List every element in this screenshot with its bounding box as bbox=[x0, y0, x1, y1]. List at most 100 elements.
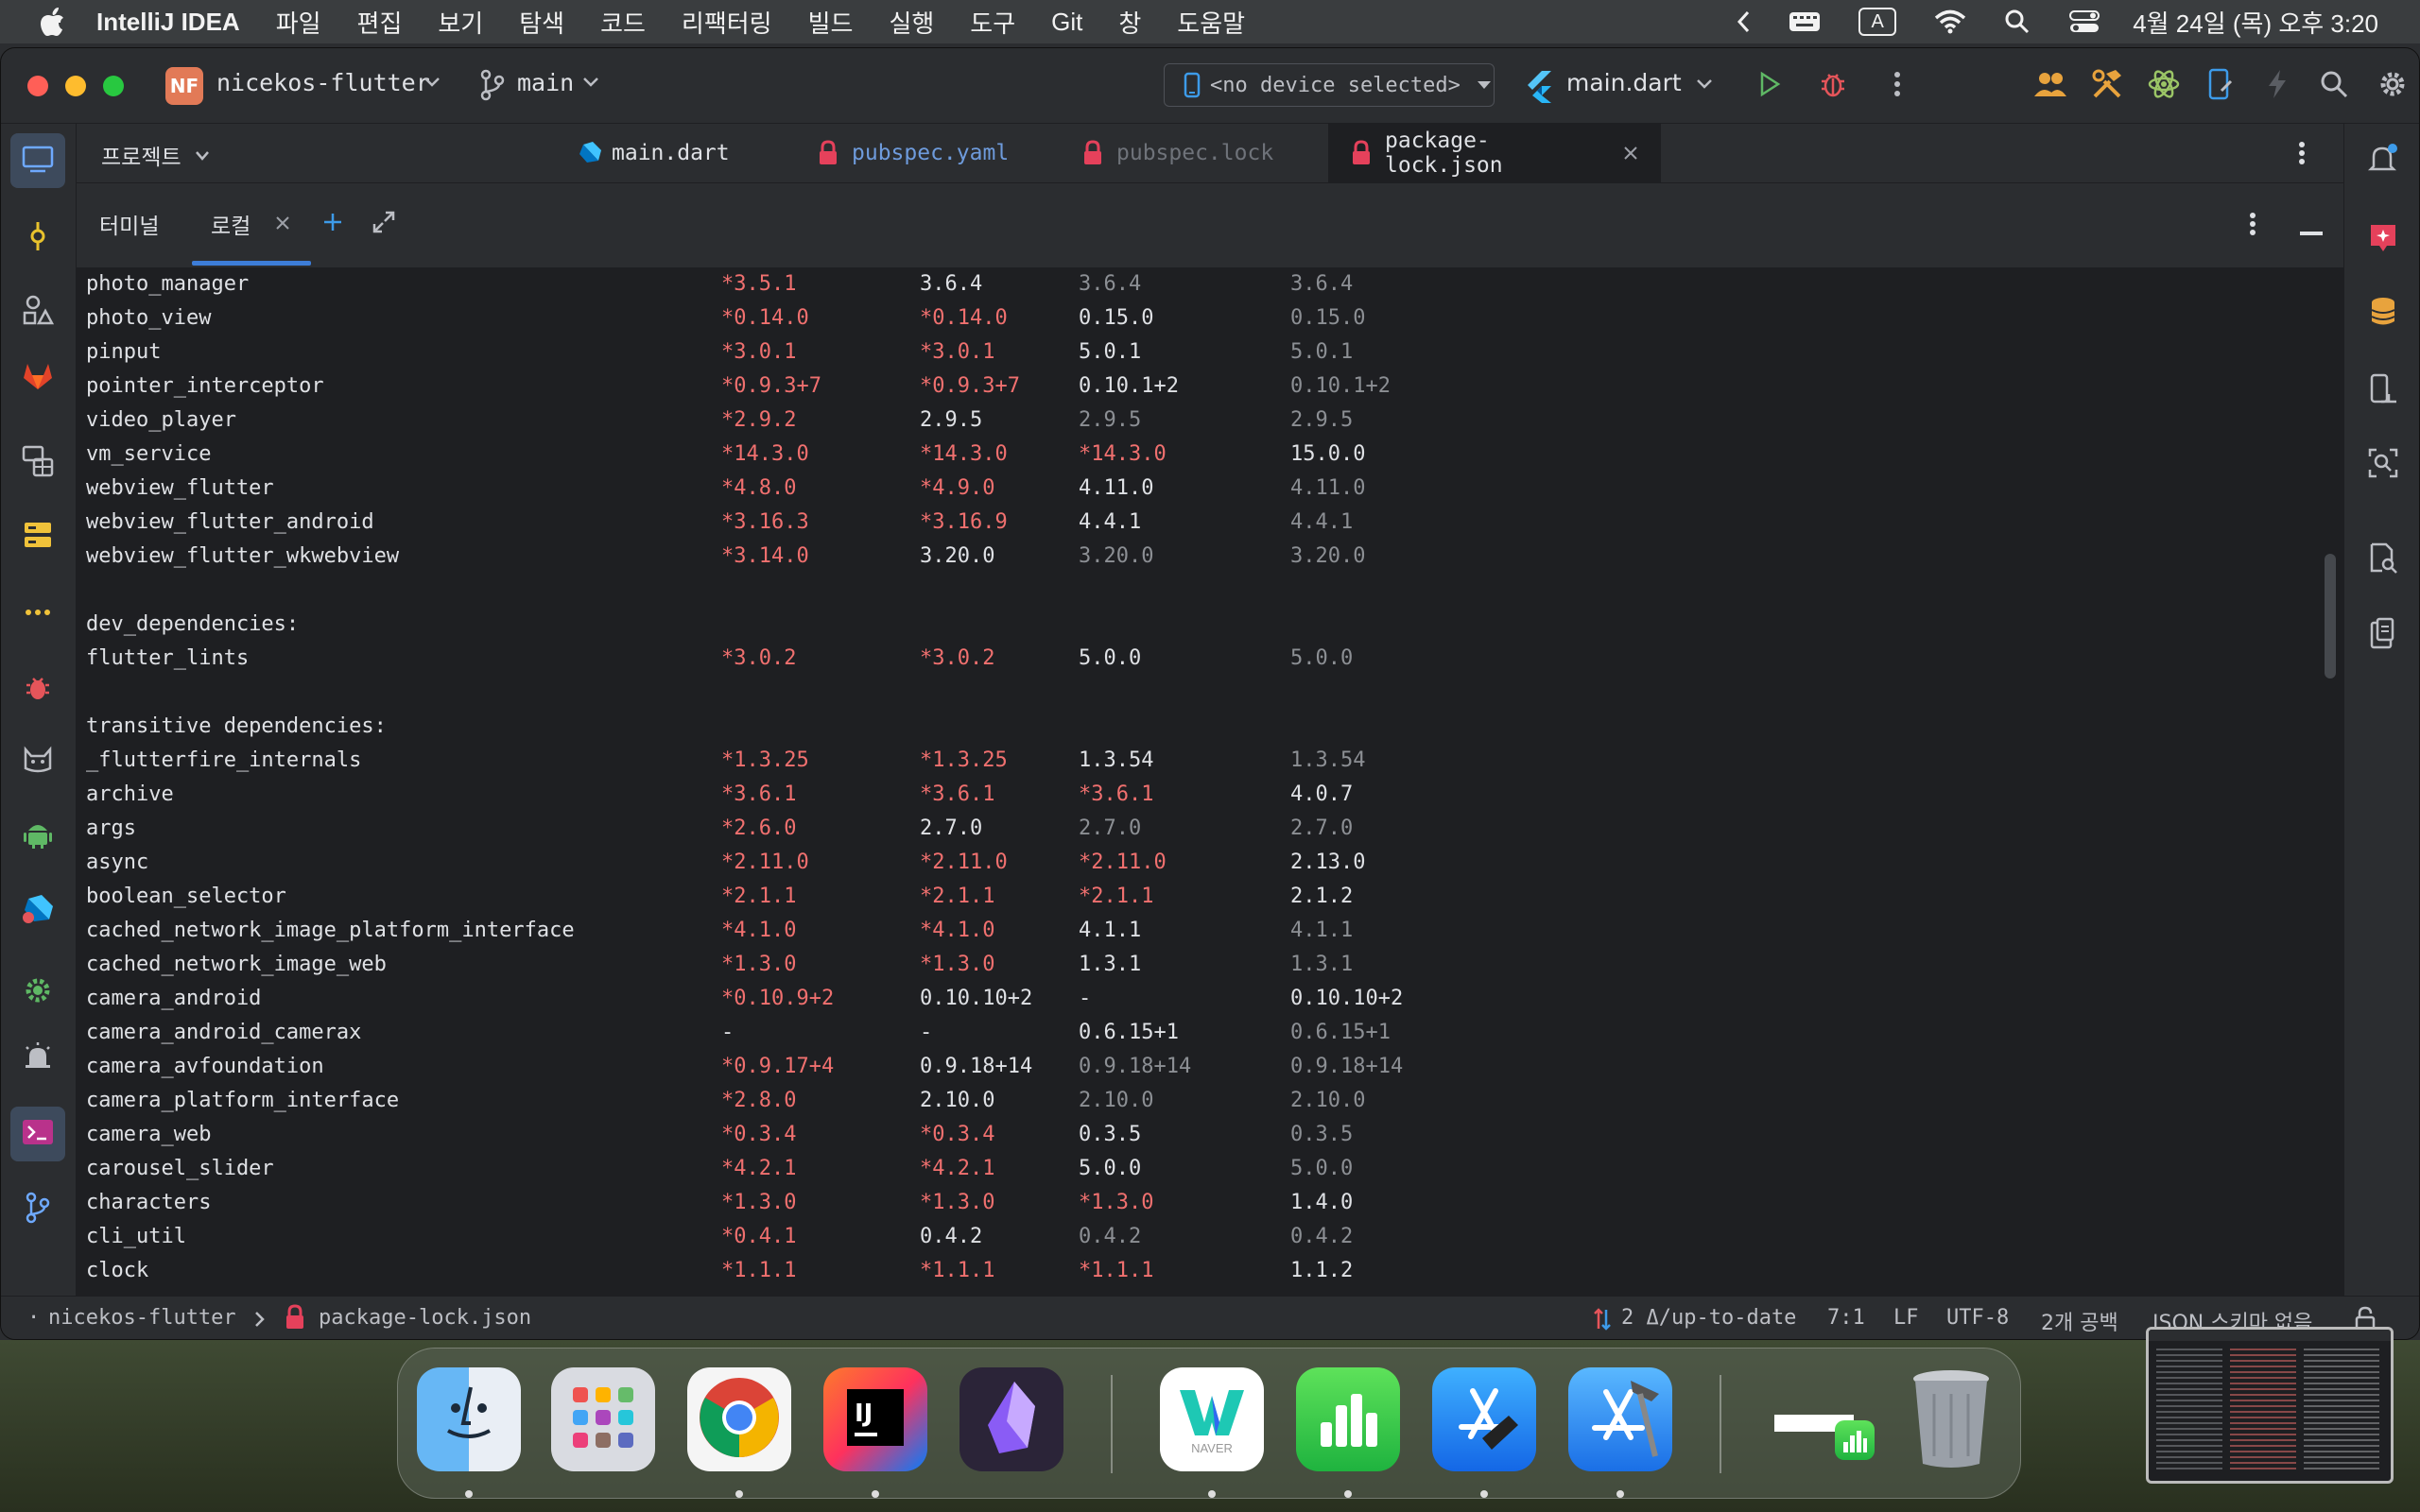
dock-chrome[interactable] bbox=[687, 1367, 791, 1471]
resource-manager-tool-button[interactable] bbox=[10, 436, 65, 490]
menu-build[interactable]: 빌드 bbox=[808, 5, 854, 40]
react-devtools-button[interactable] bbox=[2147, 69, 2181, 103]
settings-tool-button[interactable] bbox=[10, 965, 65, 1020]
close-window-button[interactable] bbox=[27, 76, 48, 96]
editor-tab-package-lock-json[interactable]: package-lock.json bbox=[1328, 124, 1661, 182]
notifications-tool-button[interactable] bbox=[10, 1031, 65, 1086]
cursor-position[interactable]: 7:1 bbox=[1827, 1306, 1865, 1330]
menu-refactor[interactable]: 리팩터링 bbox=[682, 5, 772, 40]
build-tools-button[interactable] bbox=[2090, 69, 2124, 103]
keyboard-icon[interactable] bbox=[1789, 9, 1821, 34]
resolvable-version: *14.3.0 bbox=[1079, 442, 1167, 466]
device-selector[interactable]: <no device selected> bbox=[1164, 63, 1495, 107]
dock-minimized-numbers[interactable] bbox=[1774, 1386, 1878, 1471]
git-tool-button[interactable] bbox=[10, 1182, 65, 1237]
terminal-output[interactable]: photo_manager *3.5.1 3.6.4 3.6.4 3.6.4 photo_… bbox=[78, 267, 2343, 1296]
vcs-status[interactable]: 2 Δ/up-to-date bbox=[1621, 1306, 1796, 1330]
project-badge[interactable]: NF bbox=[165, 67, 203, 105]
chevron-left-icon[interactable] bbox=[1736, 9, 1751, 34]
new-terminal-tab-icon[interactable] bbox=[322, 212, 343, 236]
menu-code[interactable]: 코드 bbox=[600, 5, 646, 40]
minimize-window-button[interactable] bbox=[65, 76, 86, 96]
chevron-down-icon[interactable] bbox=[1695, 77, 1714, 94]
database-button[interactable] bbox=[2356, 286, 2411, 341]
terminal-scrollbar[interactable] bbox=[2325, 554, 2336, 679]
menubar-clock[interactable]: 4월 24일 (목) 오후 3:20 bbox=[2133, 5, 2378, 40]
commit-tool-button[interactable] bbox=[10, 211, 65, 266]
android-tool-button[interactable] bbox=[10, 808, 65, 863]
run-button[interactable] bbox=[1753, 69, 1787, 103]
project-panel-title[interactable]: 프로젝트 bbox=[101, 139, 182, 171]
services-tool-button[interactable] bbox=[10, 509, 65, 564]
debug-button[interactable] bbox=[1816, 69, 1850, 103]
settings-button[interactable] bbox=[2376, 69, 2410, 103]
dock-finder[interactable] bbox=[417, 1367, 521, 1471]
menu-file[interactable]: 파일 bbox=[276, 5, 321, 40]
notifications-button[interactable] bbox=[2356, 133, 2411, 188]
branch-name[interactable]: main bbox=[517, 69, 574, 96]
minimize-panel-icon[interactable] bbox=[2300, 223, 2323, 241]
dock-intellij[interactable]: IJ bbox=[823, 1367, 927, 1471]
app-menu[interactable]: IntelliJ IDEA bbox=[96, 8, 240, 37]
menu-edit[interactable]: 편집 bbox=[357, 5, 403, 40]
hot-reload-button[interactable] bbox=[2260, 69, 2294, 103]
editor-tab-pubspec-lock[interactable]: pubspec.lock bbox=[1060, 124, 1328, 182]
indent-setting[interactable]: 2개 공백 bbox=[2041, 1306, 2118, 1336]
project-name[interactable]: nicekos-flutter bbox=[216, 69, 430, 96]
breadcrumb-project[interactable]: nicekos-flutter bbox=[48, 1306, 236, 1330]
more-tools-button[interactable] bbox=[10, 583, 65, 638]
inspection-button[interactable] bbox=[2356, 532, 2411, 587]
editor-tab-pubspec-yaml[interactable]: pubspec.yaml bbox=[795, 124, 1060, 182]
tab-local[interactable]: 로컬 bbox=[211, 208, 251, 240]
menu-help[interactable]: 도움말 bbox=[1177, 5, 1245, 40]
search-everywhere-button[interactable] bbox=[2317, 69, 2351, 103]
zoom-window-button[interactable] bbox=[103, 76, 124, 96]
apple-icon[interactable] bbox=[38, 7, 68, 37]
more-vertical-icon[interactable] bbox=[2249, 212, 2256, 240]
dock-xcode[interactable] bbox=[1568, 1367, 1672, 1471]
input-source-indicator[interactable]: A bbox=[1858, 8, 1897, 36]
clipboard-button[interactable] bbox=[2356, 608, 2411, 662]
file-encoding[interactable]: UTF-8 bbox=[1946, 1306, 2009, 1330]
structure-tool-button[interactable] bbox=[10, 284, 65, 339]
dock-launchpad[interactable] bbox=[551, 1367, 655, 1471]
menu-window[interactable]: 창 bbox=[1118, 5, 1141, 40]
dart-devtools-button[interactable] bbox=[10, 884, 65, 938]
dock-trash[interactable] bbox=[1899, 1367, 2003, 1471]
menu-navigate[interactable]: 탐색 bbox=[519, 5, 564, 40]
run-config-name[interactable]: main.dart bbox=[1566, 69, 1682, 96]
menu-run[interactable]: 실행 bbox=[889, 5, 934, 40]
chevron-down-icon[interactable] bbox=[581, 75, 600, 93]
project-tool-button[interactable] bbox=[10, 133, 65, 188]
dock-numbers[interactable] bbox=[1296, 1367, 1400, 1471]
layout-inspector-button[interactable] bbox=[2356, 438, 2411, 492]
more-vertical-icon[interactable] bbox=[2298, 141, 2306, 169]
ai-assistant-button[interactable] bbox=[2356, 213, 2411, 267]
chevron-down-icon[interactable] bbox=[423, 75, 441, 93]
chevron-down-icon[interactable] bbox=[194, 148, 211, 166]
debug-tool-button[interactable] bbox=[10, 662, 65, 717]
more-actions-button[interactable] bbox=[1880, 69, 1914, 103]
editor-tab-main-dart[interactable]: main.dart bbox=[555, 124, 795, 182]
cat-tool-button[interactable] bbox=[10, 734, 65, 789]
close-tab-icon[interactable] bbox=[1623, 146, 1638, 161]
spotlight-search-icon[interactable] bbox=[2004, 9, 2031, 35]
gitlab-tool-button[interactable] bbox=[10, 351, 65, 405]
control-center-icon[interactable] bbox=[2068, 9, 2100, 35]
window-thumbnail[interactable] bbox=[2146, 1327, 2394, 1484]
menu-tools[interactable]: 도구 bbox=[970, 5, 1015, 40]
terminal-tool-button[interactable] bbox=[10, 1107, 65, 1161]
breadcrumb-file[interactable]: package-lock.json bbox=[319, 1306, 531, 1330]
menu-view[interactable]: 보기 bbox=[438, 5, 483, 40]
menu-git[interactable]: Git bbox=[1051, 8, 1082, 37]
device-manager-button[interactable] bbox=[2356, 364, 2411, 419]
dock-app-store-connect[interactable] bbox=[1432, 1367, 1536, 1471]
expand-icon[interactable] bbox=[372, 210, 396, 238]
close-tab-icon[interactable] bbox=[275, 215, 290, 234]
line-separator[interactable]: LF bbox=[1893, 1306, 1919, 1330]
wifi-icon[interactable] bbox=[1934, 9, 1966, 34]
dock-obsidian[interactable] bbox=[959, 1367, 1063, 1471]
device-mirroring-button[interactable] bbox=[2204, 68, 2238, 103]
code-with-me-button[interactable] bbox=[2033, 69, 2067, 103]
dock-naver-whale[interactable]: NAVER bbox=[1160, 1367, 1264, 1471]
